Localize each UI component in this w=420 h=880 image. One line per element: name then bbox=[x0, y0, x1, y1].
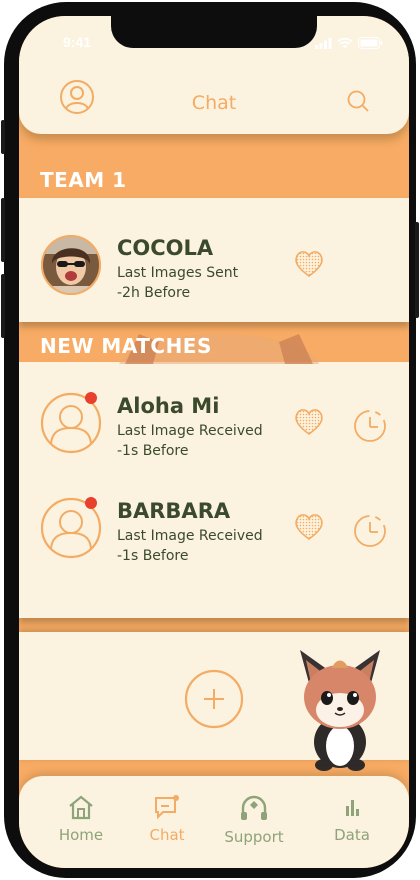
fox-mascot bbox=[300, 650, 380, 771]
app-screen: 9:41 Chat TEAM 1 COCOLA Last Images Sent… bbox=[19, 16, 409, 868]
chat-row-aloha-mi[interactable]: Aloha Mi Last Image Received -1s Before bbox=[19, 382, 409, 462]
chat-name: Aloha Mi bbox=[117, 394, 220, 418]
signal-icon bbox=[315, 37, 332, 49]
unread-indicator bbox=[85, 497, 97, 509]
bottom-navigation: Home Chat Support Data bbox=[19, 776, 409, 868]
chat-name: COCOLA bbox=[117, 236, 214, 260]
status-bar: 9:41 bbox=[19, 16, 409, 56]
chat-time-ago: -1s Before bbox=[117, 443, 189, 459]
section-title: TEAM 1 bbox=[40, 168, 127, 192]
heart-icon[interactable] bbox=[293, 249, 325, 279]
chat-time-ago: -1s Before bbox=[117, 548, 189, 564]
plus-icon[interactable] bbox=[183, 668, 245, 730]
battery-icon bbox=[358, 37, 383, 49]
unread-indicator bbox=[85, 392, 97, 404]
nav-data[interactable]: Data bbox=[307, 794, 397, 844]
nav-support[interactable]: Support bbox=[209, 794, 299, 846]
chat-row-barbara[interactable]: BARBARA Last Image Received -1s Before bbox=[19, 487, 409, 567]
chat-last-activity: Last Image Received bbox=[117, 423, 263, 439]
nav-label: Data bbox=[334, 826, 370, 844]
chat-last-activity: Last Image Received bbox=[117, 528, 263, 544]
section-header-new-matches: NEW MATCHES bbox=[19, 328, 409, 364]
power-button bbox=[415, 222, 419, 318]
nav-label: Home bbox=[58, 826, 104, 844]
section-title: NEW MATCHES bbox=[40, 334, 212, 358]
wifi-icon bbox=[337, 37, 353, 48]
avatar-photo bbox=[41, 235, 101, 295]
search-button[interactable] bbox=[347, 90, 369, 116]
support-icon bbox=[241, 795, 267, 820]
volume-up-button bbox=[1, 198, 5, 262]
nav-label: Support bbox=[224, 828, 284, 846]
new-matches-panel: Aloha Mi Last Image Received -1s Before bbox=[19, 362, 409, 618]
chat-last-activity: Last Images Sent bbox=[117, 265, 239, 281]
status-time: 9:41 bbox=[63, 34, 92, 50]
nav-home[interactable]: Home bbox=[36, 794, 126, 844]
search-icon bbox=[347, 90, 369, 112]
clock-icon[interactable] bbox=[353, 409, 387, 443]
clock-icon[interactable] bbox=[353, 514, 387, 548]
mute-switch bbox=[1, 120, 5, 154]
nav-label: Chat bbox=[149, 826, 185, 844]
chat-time-ago: -2h Before bbox=[117, 285, 191, 301]
home-icon bbox=[69, 795, 93, 820]
team-panel: COCOLA Last Images Sent -2h Before bbox=[19, 198, 409, 322]
chat-icon bbox=[155, 795, 179, 820]
chat-row-cocola[interactable]: COCOLA Last Images Sent -2h Before bbox=[19, 224, 409, 304]
nav-chat[interactable]: Chat bbox=[122, 794, 212, 844]
chat-name: BARBARA bbox=[117, 499, 231, 523]
bar-chart-icon bbox=[346, 800, 359, 816]
heart-icon[interactable] bbox=[293, 407, 325, 437]
heart-icon[interactable] bbox=[293, 512, 325, 542]
phone-frame: 9:41 Chat TEAM 1 COCOLA Last Images Sent… bbox=[1, 2, 419, 878]
volume-down-button bbox=[1, 274, 5, 338]
section-header-team: TEAM 1 bbox=[19, 162, 409, 198]
